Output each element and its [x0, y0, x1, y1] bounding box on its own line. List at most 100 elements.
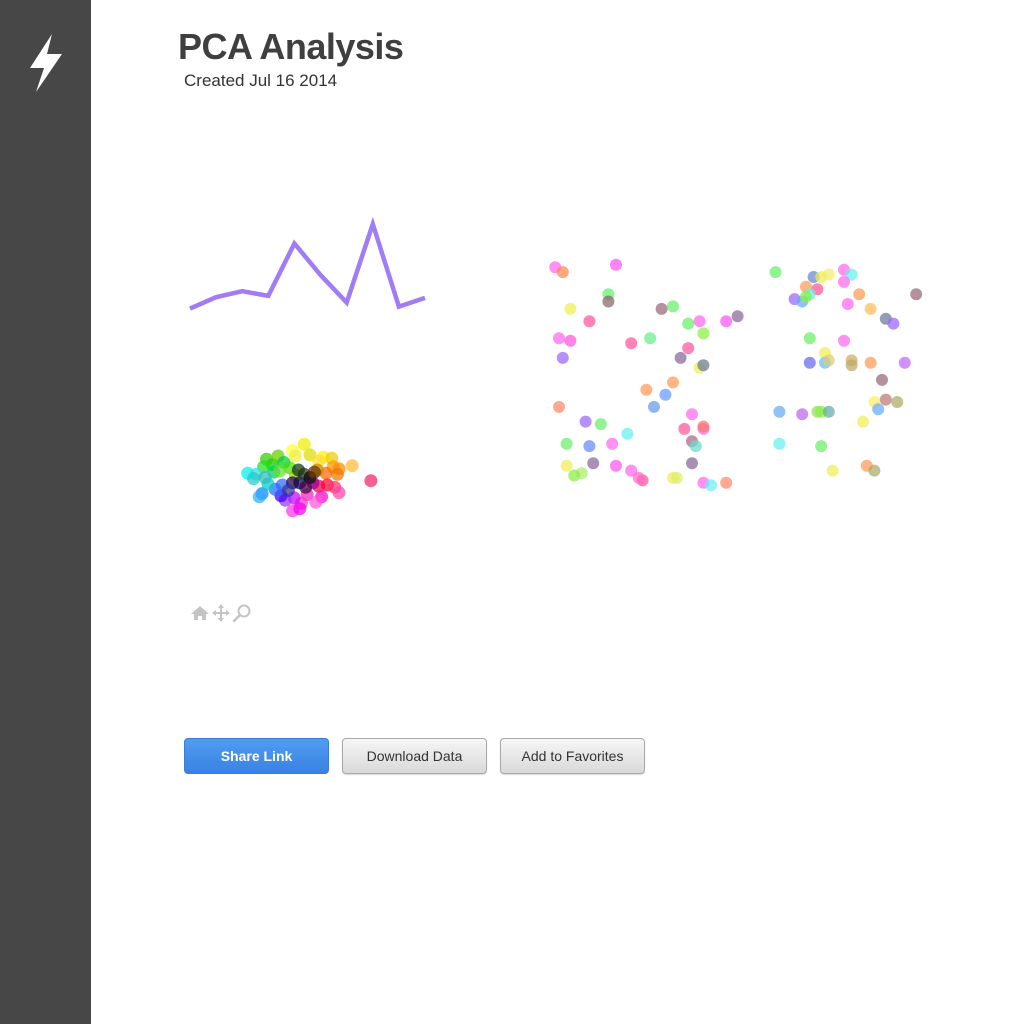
scatter-point: [800, 290, 812, 303]
scatter-point: [803, 356, 816, 369]
scatter-point: [864, 302, 877, 315]
scatter-point: [560, 437, 573, 450]
scatter-point: [838, 275, 850, 288]
scatter-point: [331, 467, 344, 481]
scatter-point: [648, 400, 660, 413]
scatter-point: [606, 437, 619, 450]
scatter-point: [659, 388, 672, 401]
scatter-point: [564, 334, 577, 347]
pca-scatter-plot: [241, 437, 378, 518]
scatter-point: [587, 457, 600, 470]
scatter-point: [602, 295, 615, 308]
scatter-point: [879, 393, 892, 406]
scatter-point: [553, 400, 565, 413]
scatter-point: [667, 376, 679, 389]
plot-toolbar: [190, 602, 252, 624]
scatter-point: [898, 356, 911, 369]
scatter-point: [291, 463, 305, 477]
scatter-point: [621, 427, 634, 440]
scatter-point: [769, 266, 782, 279]
add-to-favorites-button[interactable]: Add to Favorites: [500, 738, 645, 774]
scatter-point: [689, 440, 702, 453]
scatter-point: [697, 420, 710, 433]
scatter-point: [853, 288, 866, 301]
scatter-point: [583, 440, 596, 453]
scatter-point: [667, 300, 679, 313]
scatter-point: [822, 405, 835, 418]
scatter-point: [252, 490, 266, 504]
scatter-point: [281, 483, 295, 497]
scatter-point: [247, 472, 260, 486]
scatter-point: [258, 471, 272, 484]
pan-arrows-icon[interactable]: [211, 603, 231, 623]
scatter-point: [309, 495, 323, 509]
scatter-point: [705, 479, 717, 492]
scatter-point: [640, 383, 653, 396]
scatter-point: [289, 449, 302, 463]
scatter-point: [632, 471, 645, 484]
scatter-point: [674, 351, 687, 364]
scatter-point: [553, 332, 565, 345]
scatter-point: [796, 408, 809, 421]
share-link-button[interactable]: Share Link: [184, 738, 329, 774]
scatter-point: [841, 298, 854, 310]
scatter-point: [822, 268, 835, 281]
scatter-point: [838, 334, 850, 347]
download-data-button[interactable]: Download Data: [342, 738, 487, 774]
scatter-point: [682, 317, 695, 330]
line-chart: [189, 216, 426, 311]
scatter-point: [822, 354, 835, 367]
scatter-point: [273, 464, 287, 478]
lightning-bolt-icon[interactable]: [24, 32, 68, 94]
scatter-point: [876, 373, 888, 386]
page-title: PCA Analysis: [178, 26, 404, 67]
scatter-point: [594, 418, 607, 431]
scatter-point: [560, 459, 573, 472]
scatter-point: [625, 337, 638, 350]
scatter-point: [845, 359, 858, 372]
scatter-point: [910, 288, 923, 301]
scatter-point: [345, 459, 359, 473]
scatter-point: [610, 459, 622, 472]
scatter-point: [655, 302, 668, 315]
scatter-point: [857, 415, 869, 428]
scatter-point: [887, 317, 900, 330]
scatter-point: [815, 440, 828, 453]
scatter-point: [872, 403, 885, 416]
scatter-point: [803, 332, 816, 345]
scatter-point: [564, 302, 577, 315]
scatter-point: [307, 465, 321, 479]
scatter-point: [864, 356, 877, 369]
scatter-point: [644, 332, 657, 345]
scatter-point: [686, 408, 698, 421]
line-series: [189, 216, 426, 311]
zoom-magnifier-icon[interactable]: [232, 603, 252, 623]
scatter-point: [682, 342, 695, 355]
scatter-point: [364, 474, 378, 488]
action-bar: Share Link Download Data Add to Favorite…: [184, 738, 645, 774]
scatter-point: [891, 396, 904, 408]
scatter-point: [556, 351, 569, 364]
scatter-point: [583, 315, 596, 328]
scatter-point: [773, 437, 786, 450]
scatter-point: [686, 457, 698, 470]
scatter-point: [697, 359, 710, 372]
scatter-point: [556, 266, 569, 279]
scatter-point: [720, 476, 733, 489]
scatter-point: [299, 480, 313, 494]
scatter-point: [332, 486, 346, 500]
scatter-point: [693, 315, 706, 328]
scatter-point: [670, 471, 683, 484]
scatter-point: [568, 469, 581, 482]
scatter-point: [697, 327, 710, 340]
scatter-point: [720, 315, 733, 328]
scatter-point: [826, 464, 839, 477]
scatter-point: [868, 464, 881, 477]
scatter-point: [579, 415, 592, 428]
scatter-point: [678, 422, 691, 435]
scatter-point: [773, 405, 786, 418]
scatter-chart: [549, 258, 923, 492]
home-icon[interactable]: [190, 603, 210, 623]
sidebar: [0, 0, 91, 1024]
scatter-point: [293, 502, 307, 516]
